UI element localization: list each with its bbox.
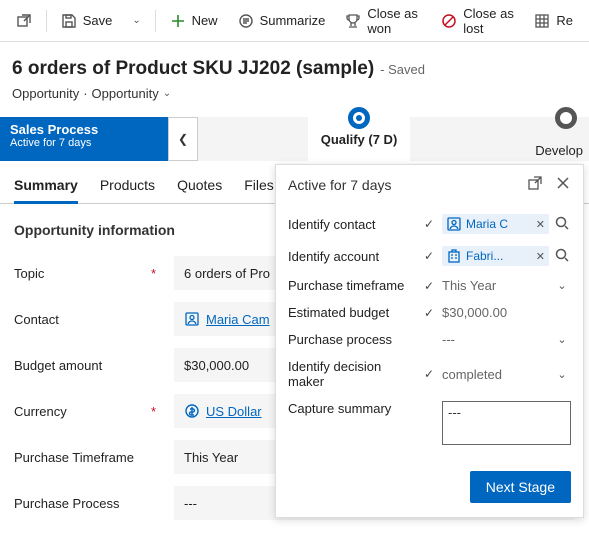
popout-icon[interactable] [527,175,543,194]
entity-name: Opportunity [12,86,79,101]
fly-val-timeframe[interactable]: This Year [442,278,549,293]
save-status: - Saved [380,62,425,77]
tab-files[interactable]: Files [244,171,274,203]
process-header[interactable]: Sales Process Active for 7 days [0,117,168,161]
label-topic: Topic [14,266,44,281]
plus-icon [170,13,186,29]
chevron-down-icon[interactable]: ⌄ [553,279,571,292]
summarize-icon [238,13,254,29]
stage-back-button[interactable]: ❮ [168,117,198,161]
lookup-contact[interactable]: Maria C ✕ [442,214,549,234]
process-bar: Sales Process Active for 7 days ❮ Qualif… [0,117,589,161]
check-icon: ✓ [422,367,436,381]
fly-val-process[interactable]: --- [442,332,549,347]
clear-icon[interactable]: ✕ [536,250,545,263]
save-icon [61,13,77,29]
tab-summary[interactable]: Summary [14,171,78,204]
trophy-icon [345,13,361,29]
save-label: Save [83,13,113,28]
capture-summary-input[interactable]: --- [442,401,571,445]
close-lost-label: Close as lost [463,6,514,36]
fly-val-budget[interactable]: $30,000.00 [442,305,571,320]
clear-icon[interactable]: ✕ [536,218,545,231]
fly-label-process: Purchase process [288,332,416,347]
fly-label-decision: Identify decision maker [288,359,416,389]
page-title: 6 orders of Product SKU JJ202 (sample) [12,58,374,80]
tab-quotes[interactable]: Quotes [177,171,222,203]
label-budget: Budget amount [14,358,102,373]
prohibit-icon [441,13,457,29]
lookup-account[interactable]: Fabri... ✕ [442,246,549,266]
recalc-button[interactable]: Re [526,9,581,33]
fly-label-account: Identify account [288,249,416,264]
stage-track: Qualify (7 D) Develop [198,117,589,161]
search-icon[interactable] [553,215,571,234]
required-marker: * [151,404,156,419]
stage-indicator-active [348,107,370,129]
separator [46,10,47,32]
close-won-button[interactable]: Close as won [337,2,429,40]
grid-icon [534,13,550,29]
label-purchase-process: Purchase Process [14,496,120,511]
open-button[interactable] [8,9,40,33]
check-icon: ✓ [422,217,436,231]
check-icon: ✓ [422,306,436,320]
currency-icon [184,403,200,419]
chevron-left-icon: ❮ [178,132,188,146]
summarize-label: Summarize [260,13,326,28]
check-icon: ✓ [422,249,436,263]
lookup-contact-text: Maria C [466,217,508,231]
label-contact: Contact [14,312,59,327]
flyout-title: Active for 7 days [288,177,392,193]
recalc-label: Re [556,13,573,28]
label-currency: Currency [14,404,67,419]
close-icon[interactable] [555,175,571,194]
value-contact-text[interactable]: Maria Cam [206,312,270,327]
save-button[interactable]: Save [53,9,121,33]
value-currency-text[interactable]: US Dollar [206,404,262,419]
open-icon [16,13,32,29]
separator [155,10,156,32]
process-name: Sales Process [10,122,158,137]
fly-label-contact: Identify contact [288,217,416,232]
lookup-account-text: Fabri... [466,249,503,263]
contact-icon [184,311,200,327]
chevron-down-icon: ⌄ [132,15,140,26]
label-timeframe: Purchase Timeframe [14,450,134,465]
stage-flyout: Active for 7 days Identify contact ✓ Mar… [275,164,584,518]
required-marker: * [151,266,156,281]
fly-label-budget: Estimated budget [288,305,416,320]
tab-products[interactable]: Products [100,171,155,203]
fly-label-summary: Capture summary [288,401,416,416]
save-dropdown[interactable]: ⌄ [124,11,148,30]
chevron-down-icon[interactable]: ⌄ [553,333,571,346]
check-icon: ✓ [422,279,436,293]
stage-develop[interactable]: Develop [535,143,583,158]
page-header: 6 orders of Product SKU JJ202 (sample) -… [0,42,589,109]
fly-val-decision[interactable]: completed [442,367,549,382]
chevron-down-icon[interactable]: ⌄ [163,88,171,99]
form-selector[interactable]: Opportunity [92,86,159,101]
stage-indicator-next [555,107,577,129]
summarize-button[interactable]: Summarize [230,9,334,33]
fly-label-timeframe: Purchase timeframe [288,278,416,293]
new-label: New [192,13,218,28]
new-button[interactable]: New [162,9,226,33]
close-won-label: Close as won [367,6,421,36]
close-lost-button[interactable]: Close as lost [433,2,522,40]
command-bar: Save ⌄ New Summarize Close as won Close … [0,0,589,42]
breadcrumb: Opportunity · Opportunity ⌄ [12,86,577,101]
search-icon[interactable] [553,247,571,266]
process-duration: Active for 7 days [10,137,158,149]
chevron-down-icon[interactable]: ⌄ [553,368,571,381]
next-stage-button[interactable]: Next Stage [470,471,571,503]
